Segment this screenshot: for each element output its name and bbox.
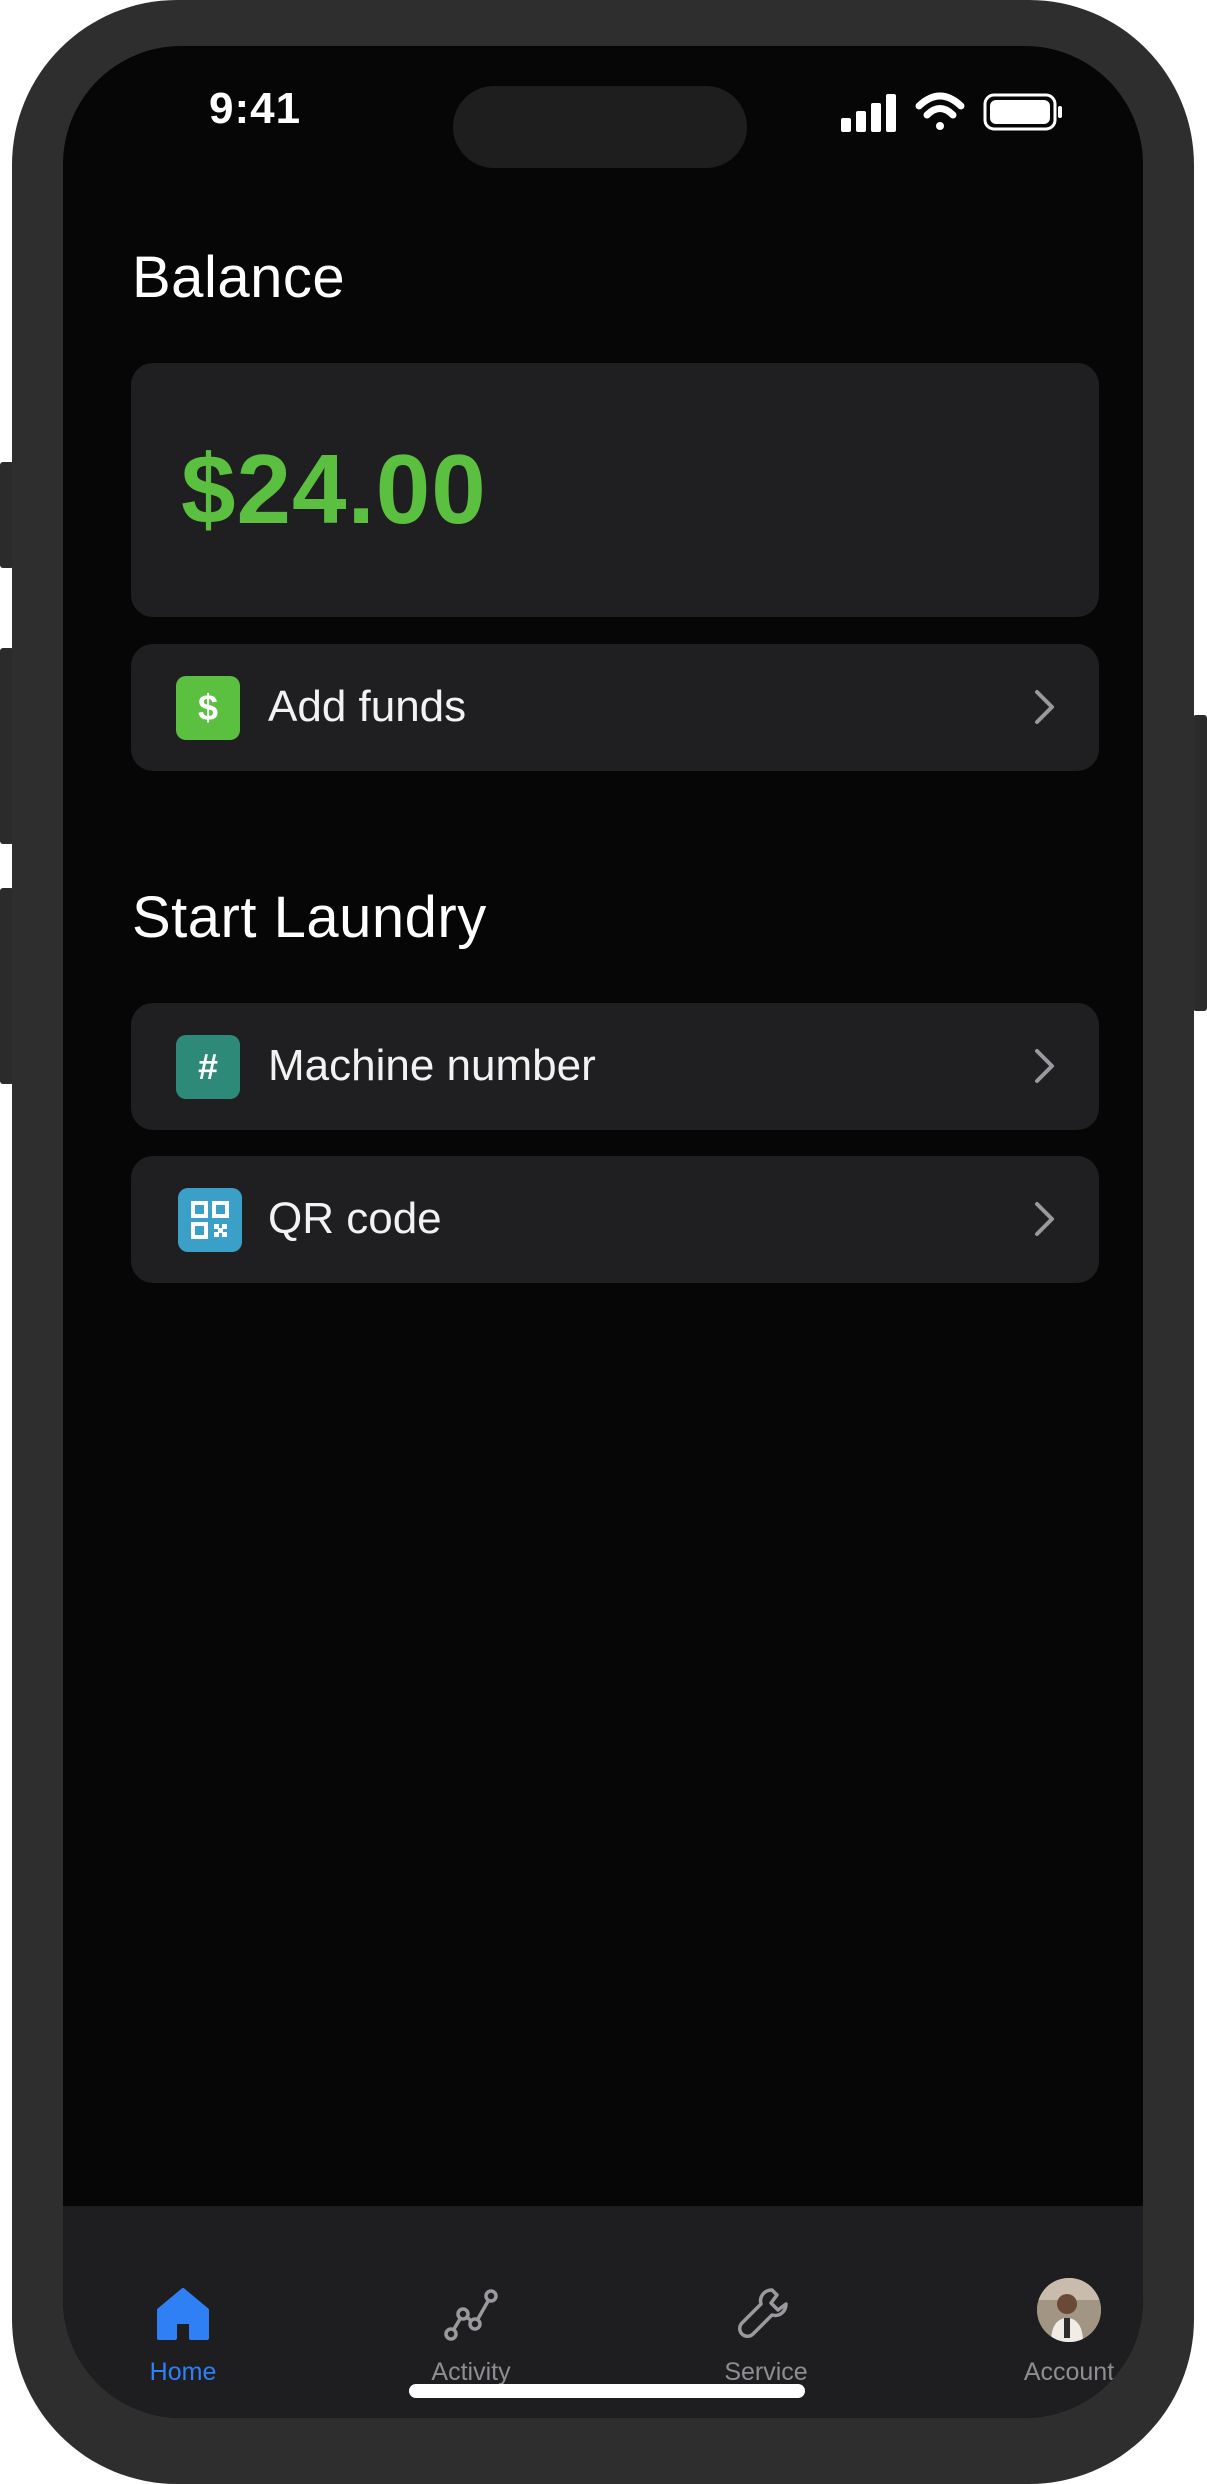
tab-home-label: Home [149, 2358, 217, 2386]
home-icon [157, 2288, 209, 2340]
avatar [1037, 2278, 1101, 2342]
tab-home[interactable]: Home [73, 2206, 293, 2418]
power-button[interactable] [1193, 715, 1207, 1011]
balance-card: $24.00 [131, 363, 1099, 617]
screen: 9:41 Balance $24.00 $ Add funds Start La… [63, 46, 1143, 2418]
qr-code-button[interactable]: QR code [131, 1156, 1099, 1283]
machine-number-label: Machine number [268, 1041, 596, 1090]
tab-bar: Home Activity Service Account [63, 2206, 1143, 2418]
chevron-right-icon [1035, 690, 1054, 724]
dollar-icon: $ [176, 676, 240, 740]
wifi-icon [915, 92, 965, 130]
hash-icon: # [176, 1035, 240, 1099]
add-funds-label: Add funds [268, 682, 467, 731]
battery-icon [983, 93, 1062, 131]
balance-amount: $24.00 [181, 434, 487, 544]
status-icons [841, 88, 1081, 138]
dynamic-island [453, 86, 747, 168]
chevron-right-icon [1035, 1202, 1054, 1236]
tab-account-label: Account [1023, 2358, 1115, 2386]
chevron-right-icon [1035, 1049, 1054, 1083]
tab-service-label: Service [724, 2358, 808, 2386]
signal-icon [841, 94, 896, 132]
add-funds-button[interactable]: $ Add funds [131, 644, 1099, 771]
start-laundry-title: Start Laundry [132, 885, 487, 950]
wrench-icon [738, 2288, 788, 2338]
phone-frame: 9:41 Balance $24.00 $ Add funds Start La… [12, 0, 1194, 2484]
machine-number-button[interactable]: # Machine number [131, 1003, 1099, 1130]
home-indicator [409, 2384, 805, 2398]
activity-icon [444, 2289, 498, 2341]
qr-code-label: QR code [268, 1194, 442, 1243]
qr-code-icon [178, 1188, 242, 1252]
tab-activity-label: Activity [431, 2358, 511, 2386]
balance-title: Balance [132, 245, 346, 310]
tab-account[interactable]: Account [959, 2206, 1143, 2418]
status-time: 9:41 [209, 84, 302, 133]
